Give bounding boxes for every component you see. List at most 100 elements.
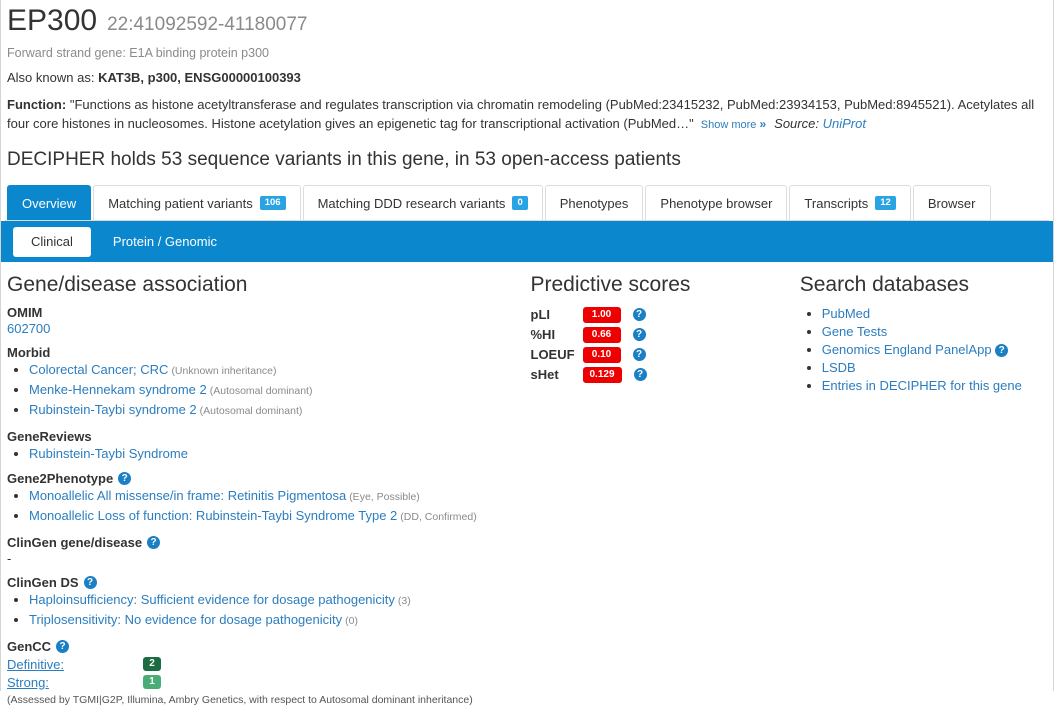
clingen-gene-disease-label: ClinGen gene/disease [7,535,143,550]
chevron-double-right-icon: » [759,117,767,131]
omim-id-link[interactable]: 602700 [7,321,50,336]
score-row-loeuf: LOEUF 0.10 ? [531,345,800,364]
morbid-list: Colorectal Cancer; CRC(Unknown inheritan… [7,361,531,420]
list-item: Menke-Hennekam syndrome 2(Autosomal domi… [29,381,531,400]
score-value: 0.66 [582,326,621,343]
tab-matching-ddd-research-variants[interactable]: Matching DDD research variants 0 [302,185,543,220]
tab-matching-patient-variants[interactable]: Matching patient variants 106 [93,185,301,220]
aliases-value: KAT3B, p300, ENSG00000100393 [98,70,301,85]
genereviews-list: Rubinstein-Taybi Syndrome [7,445,531,462]
list-item: Rubinstein-Taybi syndrome 2(Autosomal do… [29,401,531,420]
search-databases-panel: Search databases PubMed Gene Tests Genom… [800,272,1049,706]
gene2phenotype-title: Gene2Phenotype ? [7,471,531,486]
show-more-label: Show more [700,119,757,131]
score-label: sHet [530,367,559,382]
clingen-gene-disease-title: ClinGen gene/disease ? [7,535,531,550]
list-item: Genomics England PanelApp ? [822,341,1049,358]
gene-aliases: Also known as: KAT3B, p300, ENSG00000100… [7,70,1049,85]
help-icon[interactable]: ? [995,344,1009,358]
list-item: PubMed [822,305,1049,322]
clingen-ds-link[interactable]: Haploinsufficiency: Sufficient evidence … [29,592,395,607]
morbid-link[interactable]: Colorectal Cancer; CRC [29,362,168,377]
gene-disease-association-panel: Gene/disease association OMIM 602700 Mor… [7,272,531,706]
database-link-pubmed[interactable]: PubMed [822,306,870,321]
clingen-gene-disease-value: - [7,551,12,566]
help-icon[interactable]: ? [83,576,97,589]
morbid-link[interactable]: Rubinstein-Taybi syndrome 2 [29,402,197,417]
gencc-strong-link[interactable]: Strong: [7,675,143,690]
database-link-decipher-entries[interactable]: Entries in DECIPHER for this gene [822,378,1022,393]
tab-label: Transcripts [804,195,869,211]
score-label: pLI [530,307,551,322]
morbid-note: (Autosomal dominant) [209,385,313,397]
score-row-shet: sHet 0.129 ? [531,365,800,384]
tab-phenotype-browser[interactable]: Phenotype browser [645,185,788,220]
tab-overview[interactable]: Overview [7,185,92,220]
gene2phenotype-link[interactable]: Monoallelic Loss of function: Rubinstein… [29,508,397,523]
list-item: Gene Tests [822,323,1049,340]
search-databases-list: PubMed Gene Tests Genomics England Panel… [800,305,1049,394]
clingen-ds-note: (0) [345,615,358,627]
tab-transcripts[interactable]: Transcripts 12 [789,185,911,220]
tab-label: Phenotypes [559,195,629,211]
gencc-row-definitive: Definitive: 2 [7,655,531,673]
help-icon[interactable]: ? [147,536,161,549]
help-icon[interactable]: ? [632,308,646,321]
score-value: 0.129 [582,366,622,383]
show-more-button[interactable]: Show more » [700,117,767,131]
list-item: Rubinstein-Taybi Syndrome [29,445,531,462]
genereviews-link[interactable]: Rubinstein-Taybi Syndrome [29,446,188,461]
help-icon[interactable]: ? [632,328,646,341]
gene2phenotype-link[interactable]: Monoallelic All missense/in frame: Retin… [29,488,346,503]
tab-browser[interactable]: Browser [912,185,991,220]
list-item: Entries in DECIPHER for this gene [822,377,1049,394]
morbid-link[interactable]: Menke-Hennekam syndrome 2 [29,382,207,397]
gene-header: EP300 22:41092592-41180077 [5,0,1049,38]
gencc-row-strong: Strong: 1 [7,673,531,691]
omim-title: OMIM [7,305,43,320]
gene2phenotype-note: (DD, Confirmed) [400,511,477,523]
source-uniprot-link[interactable]: UniProt [823,116,866,131]
tab-phenotypes[interactable]: Phenotypes [544,185,644,220]
function-text: "Functions as histone acetyltransferase … [7,97,1035,131]
score-row-hi: %HI 0.66 ? [531,325,800,344]
function-label: Function: [7,97,67,112]
list-item: Haploinsufficiency: Sufficient evidence … [29,591,531,610]
morbid-note: (Autosomal dominant) [199,405,303,417]
clingen-ds-link[interactable]: Triplosensitivity: No evidence for dosag… [29,612,342,627]
help-icon[interactable]: ? [633,368,647,381]
gencc-title: GenCC ? [7,639,531,654]
help-icon[interactable]: ? [56,640,70,653]
main-tabbar: Overview Matching patient variants 106 M… [5,185,1049,221]
variant-summary: DECIPHER holds 53 sequence variants in t… [7,149,681,170]
sub-tabbar: Clinical Protein / Genomic [1,221,1053,262]
list-item: Monoallelic All missense/in frame: Retin… [29,487,531,506]
gencc-assessment-note: (Assessed by TGMI|G2P, Illumina, Ambry G… [7,694,473,706]
clingen-ds-title: ClinGen DS ? [7,575,531,590]
database-link-lsdb[interactable]: LSDB [822,360,856,375]
database-link-gene-tests[interactable]: Gene Tests [822,324,888,339]
clingen-ds-list: Haploinsufficiency: Sufficient evidence … [7,591,531,630]
gene-strand-description: Forward strand gene: E1A binding protein… [7,46,269,60]
predictive-scores-panel: Predictive scores pLI 1.00 ? %HI 0.66 ? … [531,272,800,706]
morbid-title: Morbid [7,345,51,360]
subtab-clinical[interactable]: Clinical [13,226,91,257]
subtab-label: Clinical [31,234,73,249]
gencc-strong-count: 1 [143,675,161,689]
genereviews-title: GeneReviews [7,429,92,444]
list-item: Monoallelic Loss of function: Rubinstein… [29,507,531,526]
gene-locus: 22:41092592-41180077 [107,14,308,35]
score-row-pli: pLI 1.00 ? [531,305,800,324]
list-item: LSDB [822,359,1049,376]
gencc-definitive-link[interactable]: Definitive: [7,657,143,672]
help-icon[interactable]: ? [632,348,646,361]
overview-content: Gene/disease association OMIM 602700 Mor… [5,262,1049,706]
tab-badge: 106 [259,196,286,210]
gencc-definitive-count: 2 [143,657,161,671]
database-link-panelapp[interactable]: Genomics England PanelApp [822,342,992,357]
tab-badge: 12 [875,196,896,210]
score-label: LOEUF [530,347,575,362]
subtab-protein-genomic[interactable]: Protein / Genomic [95,227,235,257]
gene-function: Function: "Functions as histone acetyltr… [7,95,1049,135]
help-icon[interactable]: ? [118,472,132,485]
